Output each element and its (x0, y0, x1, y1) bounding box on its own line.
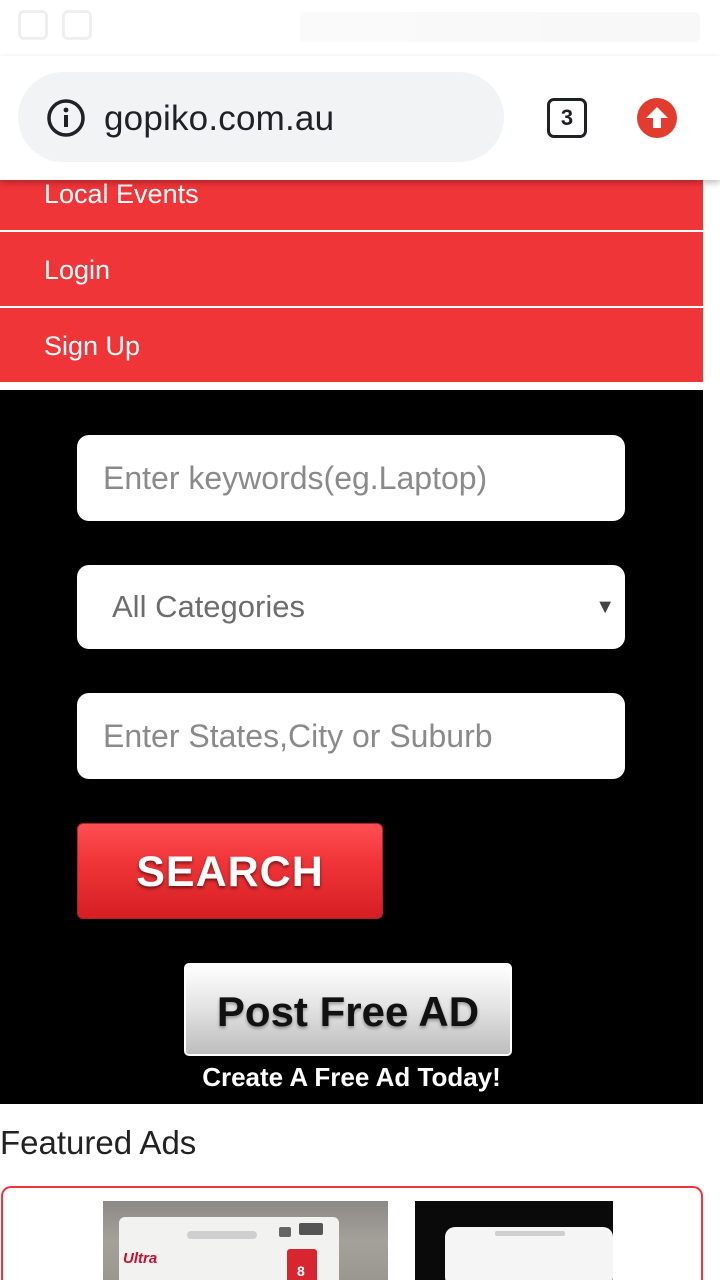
status-icons-right (300, 12, 700, 42)
location-input[interactable] (77, 693, 625, 779)
browser-toolbar: gopiko.com.au 3 (0, 56, 720, 180)
sd-card-package-image: Ultra 8 (119, 1217, 339, 1280)
status-icons-left (18, 10, 128, 44)
featured-ad-image[interactable]: Ultra 8 (103, 1201, 388, 1280)
featured-ads-heading: Featured Ads (0, 1124, 197, 1161)
svg-text:8: 8 (297, 1263, 305, 1279)
phone-box-image (445, 1227, 613, 1280)
search-panel: All Categories ▼ SEARCH Post Free AD Cre… (0, 390, 703, 1104)
menu-item-sign-up[interactable]: Sign Up (0, 308, 703, 384)
menu-item-login[interactable]: Login (0, 232, 703, 308)
upload-arrow-icon[interactable] (636, 97, 678, 139)
category-select[interactable]: All Categories ▼ (77, 565, 625, 649)
post-free-ad-button[interactable]: Post Free AD (184, 963, 512, 1056)
url-text[interactable]: gopiko.com.au (104, 99, 334, 139)
chevron-down-icon: ▼ (595, 596, 615, 618)
post-ad-subtitle: Create A Free Ad Today! (202, 1062, 501, 1092)
info-icon[interactable] (46, 98, 86, 138)
category-select-value: All Categories (112, 589, 305, 624)
menu-item-label: Login (44, 255, 111, 285)
tab-switcher-button[interactable]: 3 (547, 98, 587, 138)
address-bar[interactable]: gopiko.com.au (18, 72, 504, 162)
search-button[interactable]: SEARCH (77, 823, 383, 919)
svg-text:Ultra: Ultra (123, 1250, 157, 1267)
menu-item-label: Sign Up (44, 331, 141, 361)
keyword-input[interactable] (77, 435, 625, 521)
status-bar (0, 0, 720, 56)
nav-menu: Local Events Login Sign Up (0, 156, 703, 384)
featured-ad-image[interactable] (415, 1201, 613, 1280)
